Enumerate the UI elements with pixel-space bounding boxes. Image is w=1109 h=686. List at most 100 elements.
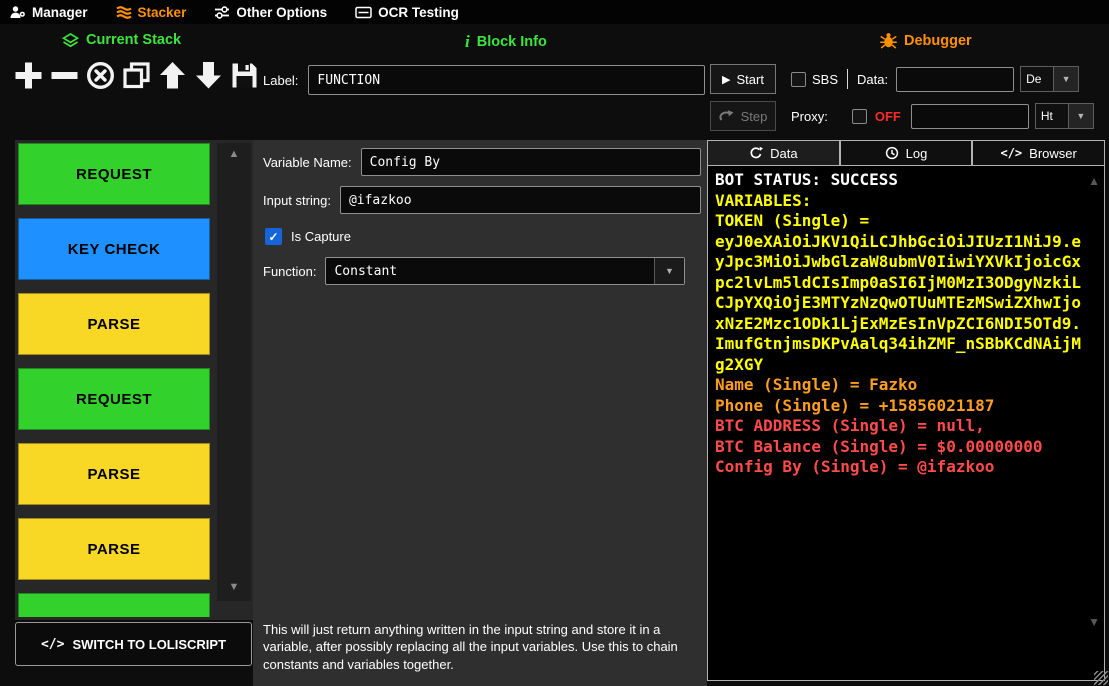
stacker-icon (116, 5, 132, 20)
stack-scrollbar[interactable]: ▲ ▼ (217, 143, 251, 601)
stack-block[interactable]: PARSE (18, 518, 210, 580)
scroll-up-icon[interactable]: ▲ (1088, 174, 1100, 188)
menu-label-manager: Manager (32, 5, 88, 20)
chevron-down-icon[interactable]: ▼ (1054, 66, 1079, 92)
phone-variable-line: Phone (Single) = +15856021187 (715, 396, 1082, 417)
tab-data-label: Data (770, 146, 797, 161)
function-label: Function: (263, 264, 316, 279)
step-arrow-icon (719, 109, 735, 123)
arrow-down-icon (193, 60, 224, 91)
data-input[interactable] (896, 67, 1014, 92)
save-config-button[interactable] (228, 59, 261, 92)
move-up-button[interactable] (156, 59, 189, 92)
input-string-input[interactable] (340, 186, 701, 214)
circle-x-icon (85, 60, 116, 91)
proxy-type-value: Ht (1035, 103, 1069, 129)
step-button[interactable]: Step (710, 101, 776, 131)
proxy-checkbox[interactable] (852, 109, 867, 124)
sliders-icon (214, 5, 230, 20)
switch-to-loliscript-button[interactable]: </> SWITCH TO LOLISCRIPT (15, 622, 252, 666)
menu-item-stacker[interactable]: Stacker (116, 5, 187, 20)
clear-stack-button[interactable] (84, 59, 117, 92)
start-button[interactable]: ▶ Start (710, 64, 776, 94)
debugger-log-area[interactable]: BOT STATUS: SUCCESS VARIABLES: TOKEN (Si… (707, 166, 1105, 681)
resize-grip[interactable] (1094, 671, 1108, 685)
scroll-down-icon[interactable]: ▼ (229, 581, 240, 593)
tab-browser[interactable]: </> Browser (972, 140, 1105, 166)
stack-block[interactable]: PARSE (18, 443, 210, 505)
block-label-caption: Label: (263, 73, 298, 88)
stack-block[interactable]: REQUEST (18, 368, 210, 430)
clone-block-button[interactable] (120, 59, 153, 92)
input-string-row: Input string: (263, 186, 701, 214)
variable-name-row: Variable Name: (263, 148, 701, 176)
block-label-row: Label: (263, 65, 705, 95)
proxy-status: OFF (875, 109, 901, 124)
block-label-input[interactable] (308, 65, 705, 95)
is-capture-checkbox[interactable]: ✓ (265, 228, 282, 245)
menu-item-ocr-testing[interactable]: OCR Testing (355, 5, 459, 20)
sbs-label: SBS (812, 72, 838, 87)
menu-label-ocr-testing: OCR Testing (378, 5, 459, 20)
variables-header-line: VARIABLES: (715, 191, 1082, 212)
menu-item-manager[interactable]: Manager (10, 5, 88, 20)
chevron-down-icon[interactable]: ▼ (1069, 103, 1094, 129)
plus-icon (13, 60, 44, 91)
variable-name-input[interactable] (361, 148, 701, 176)
sbs-checkbox[interactable] (791, 72, 806, 87)
block-info-panel: Variable Name: Input string: ✓ Is Captur… (253, 140, 707, 686)
switch-button-label: SWITCH TO LOLISCRIPT (72, 637, 226, 652)
current-stack-panel: REQUEST KEY CHECK PARSE REQUEST PARSE PA… (15, 140, 253, 620)
token-variable-line: TOKEN (Single) = eyJ0eXAiOiJKV1QiLCJhbGc… (715, 211, 1082, 375)
proxy-type-dropdown[interactable]: Ht ▼ (1035, 103, 1094, 129)
manager-icon (10, 5, 26, 19)
is-capture-row: ✓ Is Capture (265, 228, 701, 245)
current-stack-title: Current Stack (86, 32, 181, 48)
tab-browser-label: Browser (1029, 146, 1077, 161)
stack-block[interactable]: REQUEST (18, 593, 210, 617)
add-block-button[interactable] (12, 59, 45, 92)
chevron-down-icon[interactable]: ▼ (654, 258, 684, 284)
debugger-panel: Data Log </> Browser BOT STATUS: SUCCESS… (707, 140, 1105, 681)
stack-block[interactable]: KEY CHECK (18, 218, 210, 280)
wordlist-type-dropdown[interactable]: De ▼ (1020, 66, 1079, 92)
stacker-window: Manager Stacker Other Options OCR Testin… (0, 0, 1109, 686)
stack-block[interactable]: REQUEST (18, 143, 210, 205)
tab-data[interactable]: Data (707, 140, 840, 166)
proxy-input[interactable] (911, 104, 1029, 129)
debugger-controls-row2: Step Proxy: OFF Ht ▼ (710, 100, 1106, 132)
layers-icon (62, 33, 79, 48)
code-icon: </> (1000, 146, 1022, 160)
bug-icon (880, 32, 897, 49)
debugger-controls-row1: ▶ Start SBS Data: De ▼ (710, 63, 1106, 95)
tab-log[interactable]: Log (840, 140, 973, 166)
debugger-header: Debugger (880, 32, 972, 49)
input-string-label: Input string: (263, 193, 331, 208)
function-dropdown[interactable]: Constant ▼ (325, 257, 685, 285)
move-down-button[interactable] (192, 59, 225, 92)
stack-block-list: REQUEST KEY CHECK PARSE REQUEST PARSE PA… (18, 143, 210, 617)
check-icon: ✓ (268, 230, 278, 244)
function-row: Function: Constant ▼ (263, 257, 701, 285)
stack-block[interactable]: PARSE (18, 293, 210, 355)
save-icon (229, 60, 260, 91)
step-button-label: Step (741, 109, 768, 124)
wordlist-type-value: De (1020, 66, 1054, 92)
config-by-line: Config By (Single) = @ifazkoo (715, 457, 1082, 478)
block-info-header: i Block Info (465, 32, 547, 52)
top-menubar: Manager Stacker Other Options OCR Testin… (0, 0, 1109, 24)
debugger-tabs: Data Log </> Browser (707, 140, 1105, 166)
history-clock-icon (885, 146, 899, 160)
menu-item-other-options[interactable]: Other Options (214, 5, 327, 20)
scroll-up-icon[interactable]: ▲ (229, 148, 240, 160)
remove-block-button[interactable] (48, 59, 81, 92)
btc-address-line: BTC ADDRESS (Single) = null, (715, 416, 1082, 437)
proxy-label: Proxy: (791, 109, 828, 124)
bot-status-line: BOT STATUS: SUCCESS (715, 170, 1082, 191)
function-dropdown-value: Constant (326, 258, 654, 284)
copy-icon (121, 60, 152, 91)
scroll-down-icon[interactable]: ▼ (1088, 615, 1100, 629)
refresh-icon (749, 146, 763, 160)
is-capture-label: Is Capture (291, 229, 351, 244)
minus-icon (49, 60, 80, 91)
